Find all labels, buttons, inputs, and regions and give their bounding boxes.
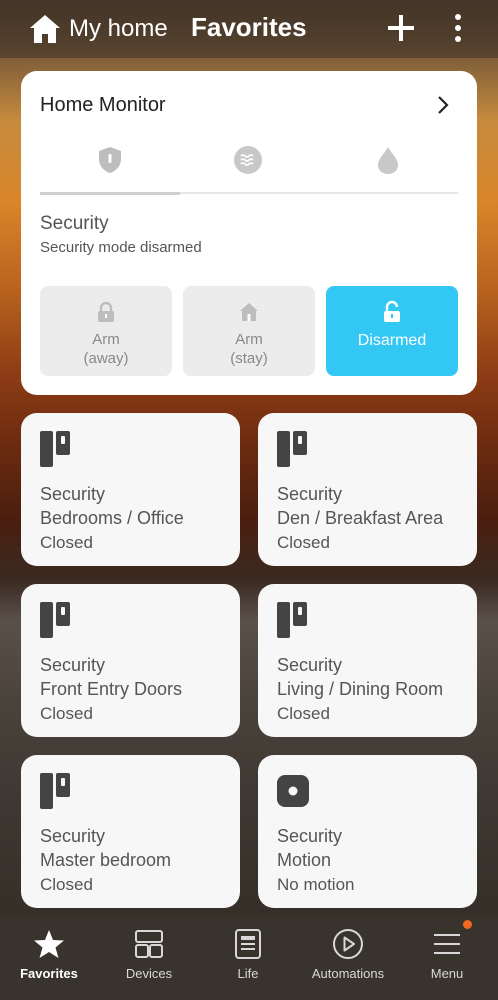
sensor-card-den-breakfast[interactable]: Security Den / Breakfast Area Closed bbox=[258, 413, 477, 566]
shield-icon[interactable] bbox=[95, 145, 125, 175]
sensor-card-motion[interactable]: Security Motion No motion bbox=[258, 755, 477, 908]
home-monitor-title[interactable]: Home Monitor bbox=[40, 94, 166, 117]
mode-tab-indicator bbox=[40, 192, 180, 195]
card-type: Security bbox=[40, 655, 106, 675]
nav-devices[interactable]: Devices bbox=[99, 916, 199, 1000]
card-name: Master bedroom bbox=[40, 850, 172, 870]
nav-label: Life bbox=[237, 966, 259, 981]
more-vertical-icon[interactable] bbox=[448, 12, 468, 44]
nav-automations[interactable]: Automations bbox=[298, 916, 398, 1000]
house-icon bbox=[240, 303, 258, 321]
card-type: Security bbox=[40, 484, 106, 504]
plus-icon[interactable] bbox=[385, 12, 417, 44]
notification-badge bbox=[463, 920, 472, 929]
door-sensor-icon bbox=[40, 602, 70, 638]
door-sensor-icon bbox=[40, 773, 70, 809]
home-monitor-card: Home Monitor Security Security mode disa… bbox=[21, 71, 477, 395]
arm-stay-label-line1: Arm bbox=[235, 331, 263, 348]
disarmed-label: Disarmed bbox=[357, 332, 427, 349]
lock-icon bbox=[98, 301, 114, 322]
home-label: My home bbox=[69, 15, 168, 42]
card-type: Security bbox=[277, 655, 343, 675]
nav-label: Menu bbox=[430, 966, 464, 981]
chevron-right-icon[interactable] bbox=[433, 95, 453, 115]
door-sensor-icon bbox=[277, 431, 307, 467]
home-selector[interactable]: My home bbox=[28, 12, 168, 46]
nav-favorites[interactable]: Favorites bbox=[0, 916, 99, 1000]
section-label: Security bbox=[40, 213, 109, 234]
home-icon bbox=[30, 15, 60, 43]
nav-label: Devices bbox=[125, 966, 173, 981]
card-name: Motion bbox=[277, 850, 332, 870]
card-name: Den / Breakfast Area bbox=[277, 508, 444, 528]
card-name: Living / Dining Room bbox=[277, 679, 444, 699]
menu-icon bbox=[434, 934, 460, 954]
arm-away-label-line1: Arm bbox=[92, 331, 120, 348]
app-header: My home Favorites bbox=[0, 0, 498, 58]
card-type: Security bbox=[277, 826, 343, 846]
card-name: Bedrooms / Office bbox=[40, 508, 184, 528]
disarmed-button[interactable]: Disarmed bbox=[326, 286, 458, 376]
sensor-card-living-dining[interactable]: Security Living / Dining Room Closed bbox=[258, 584, 477, 737]
nav-label: Favorites bbox=[20, 966, 78, 981]
star-icon bbox=[34, 930, 64, 958]
unlock-icon bbox=[384, 300, 400, 322]
heat-icon[interactable] bbox=[233, 145, 263, 175]
arm-stay-button[interactable]: Arm (stay) bbox=[183, 286, 315, 376]
card-type: Security bbox=[277, 484, 343, 504]
card-status: Closed bbox=[40, 704, 93, 723]
card-type: Security bbox=[40, 826, 106, 846]
door-sensor-icon bbox=[277, 602, 307, 638]
card-status: Closed bbox=[277, 704, 330, 723]
life-icon bbox=[235, 929, 261, 959]
arm-stay-label-line2: (stay) bbox=[230, 350, 268, 367]
card-status: Closed bbox=[40, 533, 93, 552]
door-sensor-icon bbox=[40, 431, 70, 467]
card-name: Front Entry Doors bbox=[40, 679, 183, 699]
nav-label: Automations bbox=[311, 966, 385, 981]
card-status: Closed bbox=[277, 533, 330, 552]
sensor-card-front-entry[interactable]: Security Front Entry Doors Closed bbox=[21, 584, 240, 737]
play-circle-icon bbox=[333, 929, 363, 959]
water-drop-icon[interactable] bbox=[373, 145, 403, 175]
nav-life[interactable]: Life bbox=[198, 916, 298, 1000]
motion-sensor-icon bbox=[277, 775, 309, 807]
security-status: Security mode disarmed bbox=[40, 239, 202, 256]
arm-away-label-line2: (away) bbox=[83, 350, 129, 367]
sensor-card-bedrooms-office[interactable]: Security Bedrooms / Office Closed bbox=[21, 413, 240, 566]
arm-away-button[interactable]: Arm (away) bbox=[40, 286, 172, 376]
bottom-nav: Favorites Devices Life Automations Menu bbox=[0, 916, 498, 1000]
devices-icon bbox=[135, 930, 163, 958]
nav-menu[interactable]: Menu bbox=[397, 916, 497, 1000]
sensor-card-master-bedroom[interactable]: Security Master bedroom Closed bbox=[21, 755, 240, 908]
card-status: No motion bbox=[277, 875, 355, 894]
card-status: Closed bbox=[40, 875, 93, 894]
page-title: Favorites bbox=[191, 12, 307, 42]
